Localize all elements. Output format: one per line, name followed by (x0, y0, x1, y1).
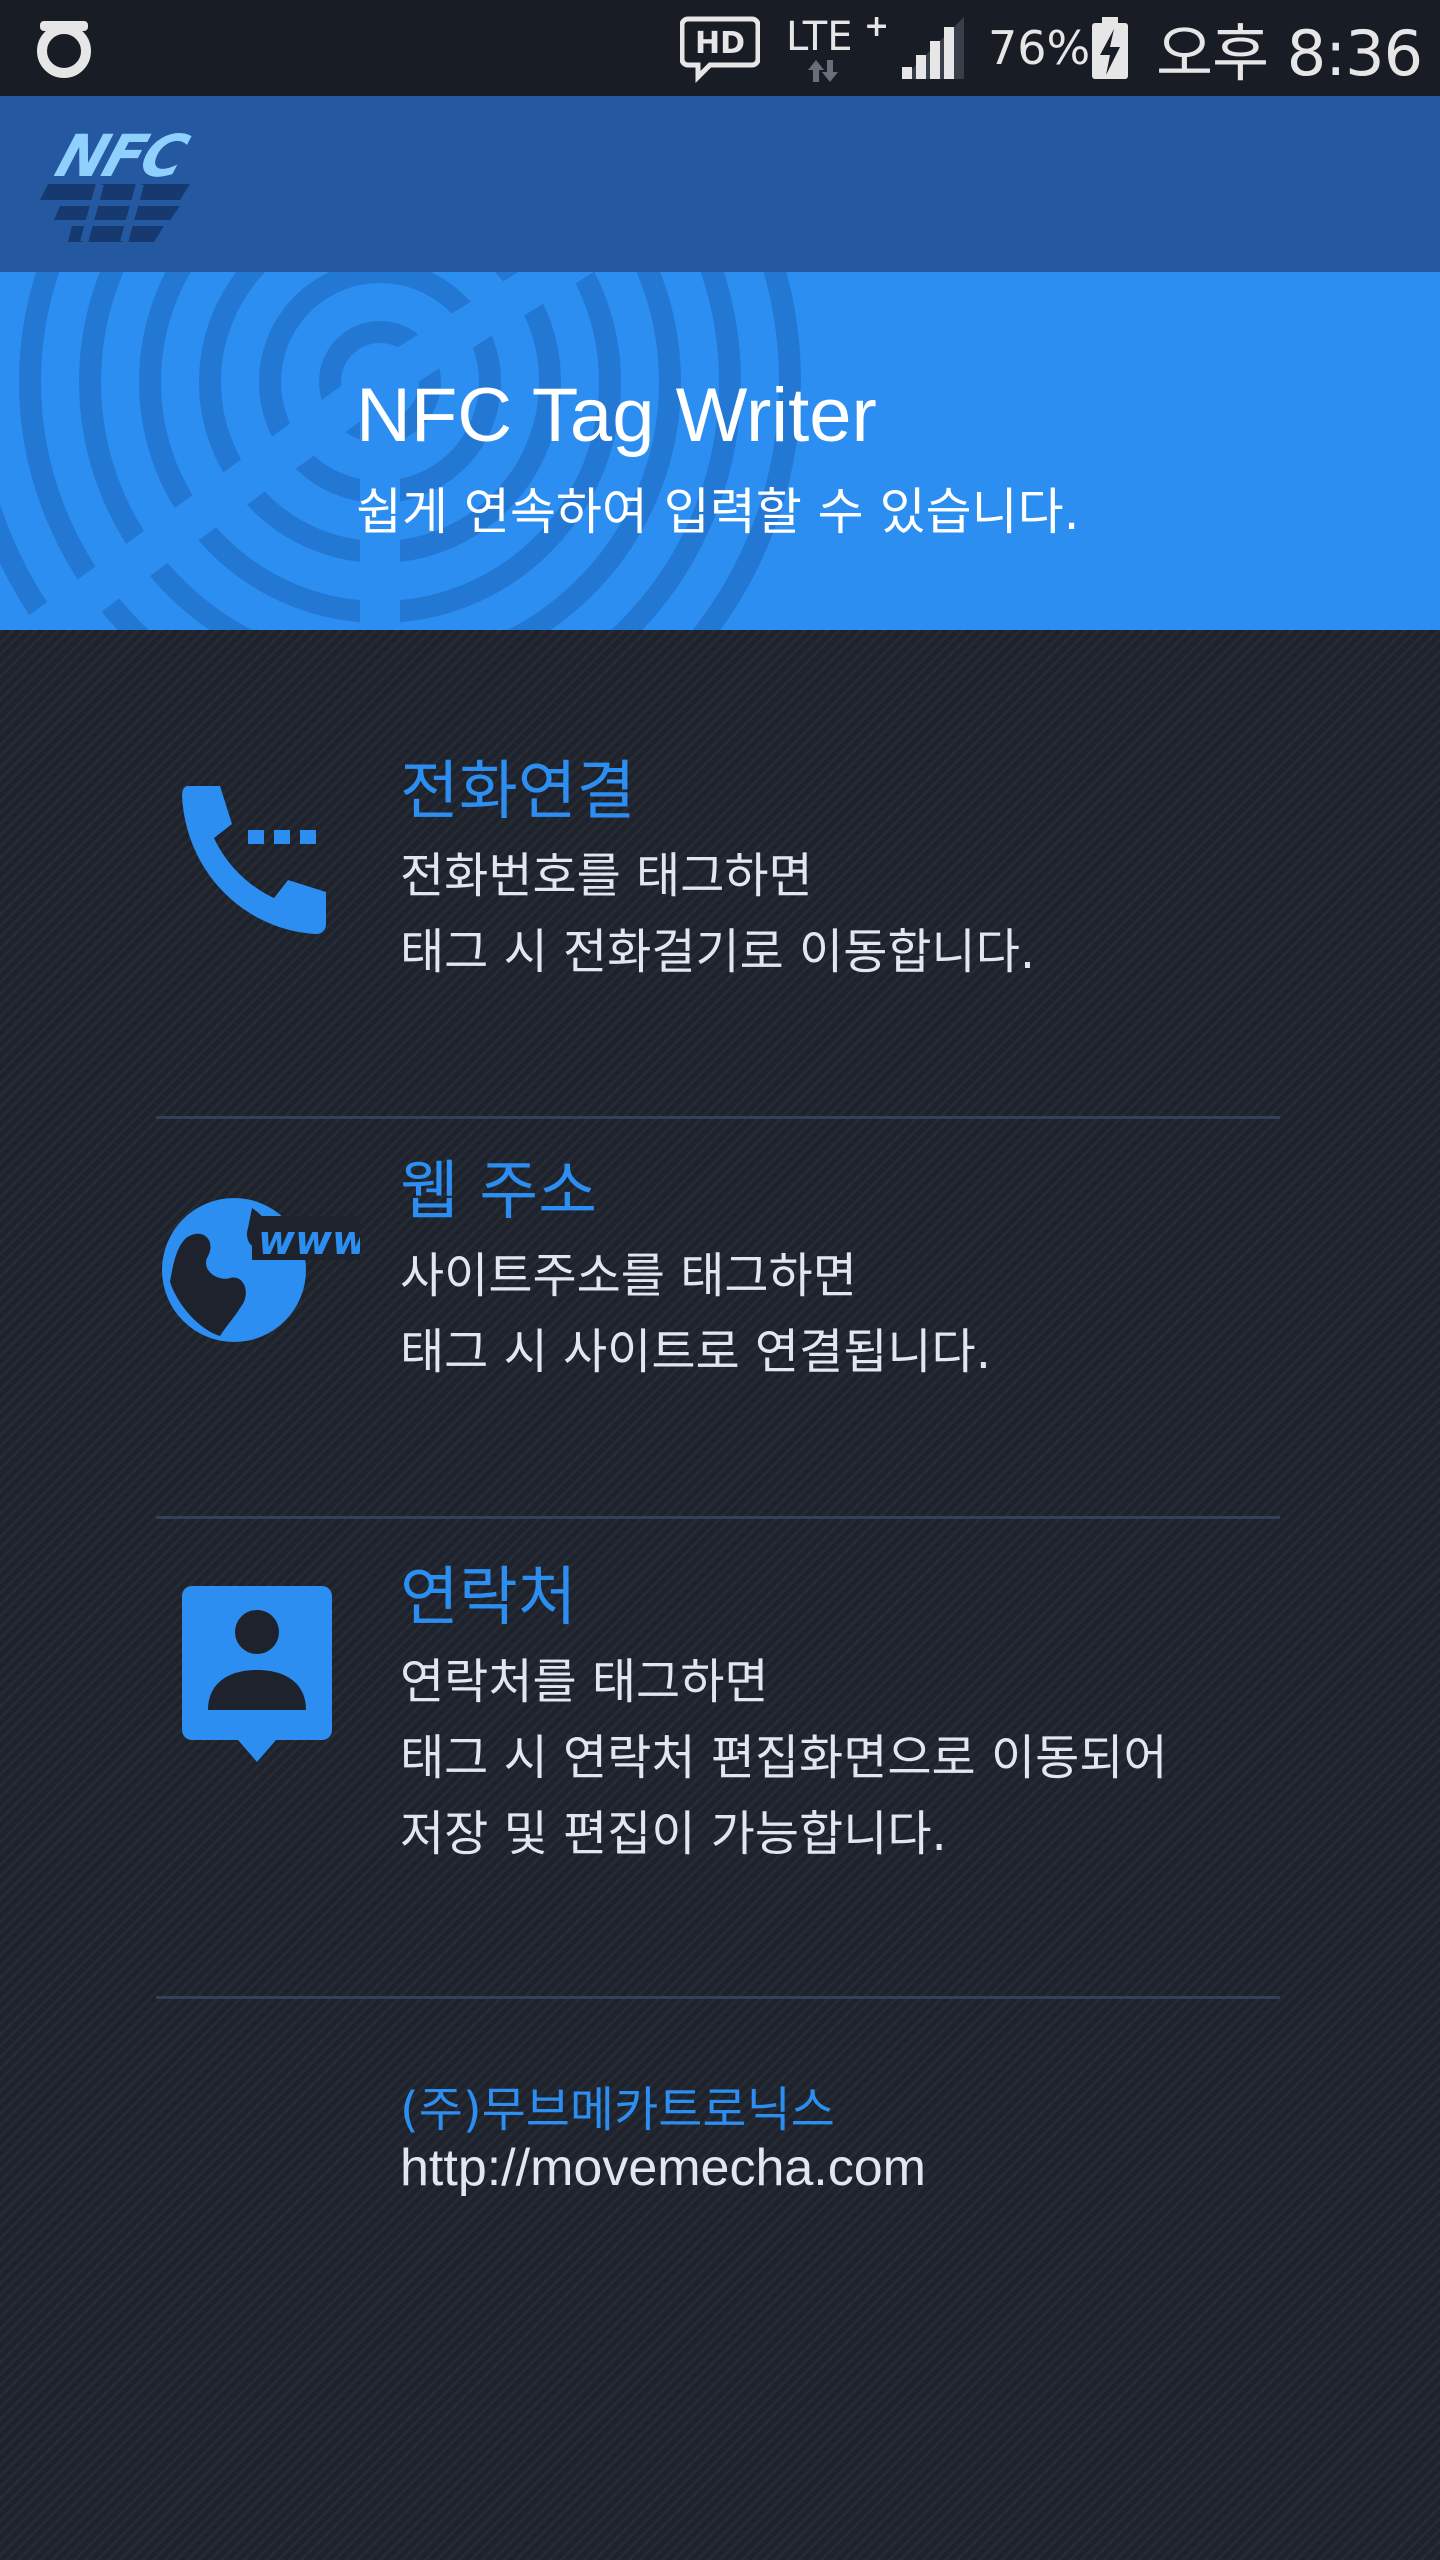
company-url-link[interactable]: http://movemecha.com (400, 2138, 926, 2198)
menu-item-contact[interactable]: 연락처 연락처를 태그하면 태그 시 연락처 편집화면으로 이동되어 저장 및 … (0, 1546, 1440, 1876)
clock: 오후 8:36 (1156, 17, 1423, 90)
globe-www-icon: www (160, 1186, 370, 1350)
contact-card-icon (182, 1586, 332, 1766)
menu-item-title: 연락처 (400, 1561, 577, 1635)
divider (156, 1996, 1280, 1999)
phone-dialing-icon (178, 780, 338, 944)
olleh-carrier-icon (34, 0, 94, 96)
hd-voice-icon: HD (680, 0, 760, 96)
menu-item-title: 웹 주소 (400, 1155, 597, 1229)
status-bar: HD LTE + 76% 오후 8:36 (0, 0, 1440, 96)
divider (156, 1516, 1280, 1519)
menu-item-desc-line1: 전화번호를 태그하면 (400, 848, 813, 904)
app-header: NFC (0, 96, 1440, 272)
lte-plus-label: + (864, 9, 886, 44)
lte-label: LTE (786, 14, 852, 60)
divider (156, 1116, 1280, 1119)
menu-item-desc-line2: 태그 시 전화걸기로 이동합니다. (400, 924, 1036, 980)
menu-item-desc-line1: 연락처를 태그하면 (400, 1654, 769, 1710)
lte-network-icon: LTE + (786, 0, 886, 96)
app-subtitle: 쉽게 연속하여 입력할 수 있습니다. (356, 483, 1080, 541)
company-name: (주)무브메카트로닉스 (400, 2082, 835, 2138)
hero-banner: NFC Tag Writer 쉽게 연속하여 입력할 수 있습니다. (0, 272, 1440, 630)
menu-item-desc-line2: 태그 시 사이트로 연결됩니다. (400, 1324, 991, 1380)
battery-percent: 76% (988, 21, 1091, 75)
svg-text:www: www (258, 1218, 360, 1264)
nfc-logo-text: NFC (48, 123, 197, 190)
menu-item-desc-line2: 태그 시 연락처 편집화면으로 이동되어 (400, 1730, 1168, 1786)
hd-label: HD (695, 26, 745, 61)
menu-item-phone[interactable]: 전화연결 전화번호를 태그하면 태그 시 전화걸기로 이동합니다. (0, 740, 1440, 990)
app-title: NFC Tag Writer (356, 373, 877, 458)
menu-item-title: 전화연결 (400, 755, 636, 829)
menu-item-web[interactable]: www 웹 주소 사이트주소를 태그하면 태그 시 사이트로 연결됩니다. (0, 1140, 1440, 1390)
nfc-logo: NFC (40, 122, 200, 246)
menu-item-desc-line3: 저장 및 편집이 가능합니다. (400, 1806, 947, 1862)
menu-item-desc-line1: 사이트주소를 태그하면 (400, 1248, 857, 1304)
signal-strength-icon (898, 0, 968, 96)
tag-type-list: 전화연결 전화번호를 태그하면 태그 시 전화걸기로 이동합니다. www 웹 … (0, 630, 1440, 2560)
battery-charging-icon (1090, 0, 1130, 96)
